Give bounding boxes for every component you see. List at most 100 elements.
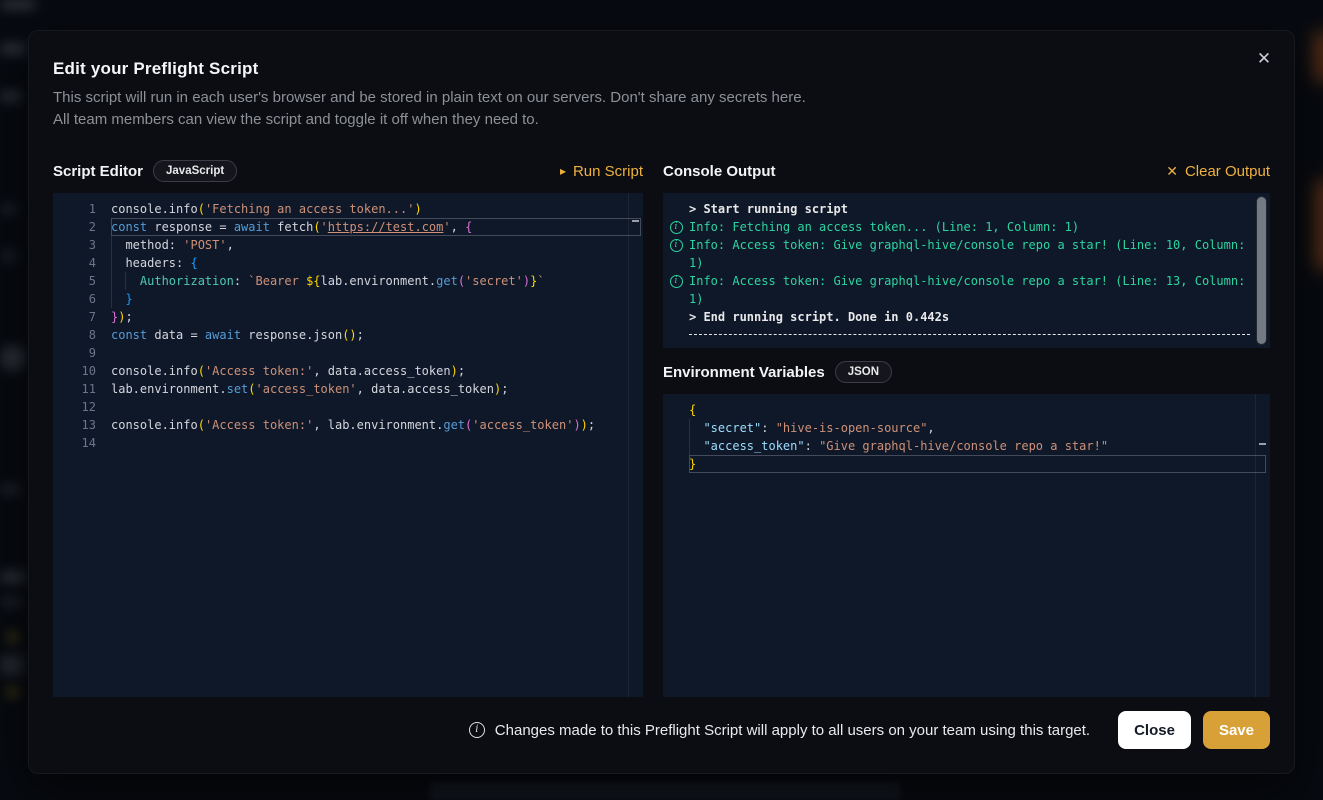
code-token: "hive-is-open-source" bbox=[776, 421, 928, 435]
code-token: console.info bbox=[111, 202, 198, 216]
code-token: response.json bbox=[241, 328, 342, 342]
code-token: const bbox=[111, 220, 147, 234]
code-token: } bbox=[125, 292, 132, 306]
overview-cursor-marker bbox=[1259, 443, 1266, 445]
info-circle-icon: i bbox=[670, 221, 683, 234]
close-icon[interactable]: ✕ bbox=[1250, 45, 1278, 73]
code-line: 6 } bbox=[53, 290, 643, 308]
save-button[interactable]: Save bbox=[1203, 711, 1270, 749]
code-token: ) bbox=[573, 418, 580, 432]
line-number: 3 bbox=[53, 236, 96, 254]
code-token: https://test.com bbox=[328, 220, 444, 234]
json-badge: JSON bbox=[835, 361, 892, 383]
code-line-content: "secret": "hive-is-open-source", bbox=[689, 419, 1266, 437]
code-token: , data.access_token bbox=[357, 382, 494, 396]
code-line: 9 bbox=[53, 344, 643, 362]
console-line-indent bbox=[663, 308, 689, 326]
env-variables-header: Environment Variables JSON bbox=[663, 358, 1270, 386]
editor-ruler bbox=[628, 193, 629, 697]
line-number: 8 bbox=[53, 326, 96, 344]
code-token: ( bbox=[458, 274, 465, 288]
backdrop-blur-dot bbox=[9, 688, 17, 696]
code-line: 1console.info('Fetching an access token.… bbox=[53, 200, 643, 218]
page-title: Edit your Preflight Script bbox=[53, 59, 1270, 79]
code-line: 8const data = await response.json(); bbox=[53, 326, 643, 344]
script-editor-header: Script Editor JavaScript ▸ Run Script bbox=[53, 157, 643, 185]
code-token: , lab.environment. bbox=[313, 418, 443, 432]
backdrop-blur-text bbox=[0, 252, 18, 260]
info-circle-icon: i bbox=[670, 275, 683, 288]
code-token: console.info bbox=[111, 418, 198, 432]
language-badge: JavaScript bbox=[153, 160, 237, 182]
code-token: : bbox=[805, 439, 819, 453]
footer-note: i Changes made to this Preflight Script … bbox=[469, 722, 1090, 739]
code-token: method: bbox=[111, 238, 183, 252]
code-line-content: const response = await fetch('https://te… bbox=[111, 218, 641, 236]
code-token: ; bbox=[588, 418, 595, 432]
code-token: , data.access_token bbox=[313, 364, 450, 378]
console-scrollbar[interactable] bbox=[1256, 196, 1267, 345]
code-token: : bbox=[761, 421, 775, 435]
code-token: , bbox=[927, 421, 934, 435]
console-scrollbar-thumb[interactable] bbox=[1257, 197, 1266, 344]
console-output-panel[interactable]: > Start running scriptiInfo: Fetching an… bbox=[663, 193, 1270, 348]
console-text: > Start running script bbox=[689, 200, 848, 218]
code-token: , bbox=[451, 220, 465, 234]
info-circle-icon: i bbox=[663, 272, 689, 290]
console-header: Console Output ✕ Clear Output bbox=[663, 157, 1270, 185]
code-token bbox=[689, 421, 703, 435]
run-script-button[interactable]: ▸ Run Script bbox=[560, 163, 643, 180]
env-variables-title: Environment Variables bbox=[663, 364, 825, 381]
console-separator bbox=[689, 334, 1250, 335]
code-token: ( bbox=[313, 220, 320, 234]
backdrop-blur-text bbox=[0, 572, 26, 582]
backdrop-blur-text bbox=[0, 485, 20, 494]
modal-body: Script Editor JavaScript ▸ Run Script 1c… bbox=[53, 157, 1270, 697]
play-icon: ▸ bbox=[560, 165, 566, 177]
code-token: { bbox=[190, 256, 197, 270]
backdrop-blur-text bbox=[0, 655, 24, 675]
clear-output-button[interactable]: ✕ Clear Output bbox=[1166, 163, 1270, 180]
code-token: 'Access token:' bbox=[205, 418, 313, 432]
console-line: > Start running script bbox=[663, 200, 1270, 218]
script-code-editor[interactable]: 1console.info('Fetching an access token.… bbox=[53, 193, 643, 697]
console-text: 1) bbox=[689, 254, 703, 272]
close-button[interactable]: Close bbox=[1118, 711, 1191, 749]
code-line-content: } bbox=[111, 290, 641, 308]
code-token: 'POST' bbox=[183, 238, 226, 252]
code-token: await bbox=[205, 328, 241, 342]
code-token: Authorization bbox=[140, 274, 234, 288]
code-token: ( bbox=[248, 382, 255, 396]
console-line: iInfo: Fetching an access token... (Line… bbox=[663, 218, 1270, 236]
code-token: data = bbox=[147, 328, 205, 342]
code-line: } bbox=[663, 455, 1270, 473]
footer-note-text: Changes made to this Preflight Script wi… bbox=[495, 722, 1090, 739]
code-line-content bbox=[111, 434, 641, 452]
code-token: 'secret' bbox=[465, 274, 523, 288]
code-line-content: }); bbox=[111, 308, 641, 326]
console-line: iInfo: Access token: Give graphql-hive/c… bbox=[663, 236, 1270, 254]
code-line-content: headers: { bbox=[111, 254, 641, 272]
code-token: ; bbox=[357, 328, 364, 342]
code-token: lab.environment. bbox=[321, 274, 437, 288]
overview-cursor-marker bbox=[632, 220, 639, 222]
code-token bbox=[111, 292, 125, 306]
code-token: ' bbox=[321, 220, 328, 234]
console-text: Info: Access token: Give graphql-hive/co… bbox=[689, 272, 1245, 290]
code-token: ( bbox=[198, 202, 205, 216]
code-token: "secret" bbox=[703, 421, 761, 435]
console-text: 1) bbox=[689, 290, 703, 308]
console-output-title: Console Output bbox=[663, 163, 776, 180]
code-line-content: } bbox=[689, 455, 1266, 473]
code-token: ` bbox=[537, 274, 544, 288]
code-line: 3 method: 'POST', bbox=[53, 236, 643, 254]
code-line-content: console.info('Access token:', lab.enviro… bbox=[111, 416, 641, 434]
console-line-indent bbox=[663, 290, 689, 308]
code-token: 'access_token' bbox=[472, 418, 573, 432]
line-number: 12 bbox=[53, 398, 96, 416]
backdrop-blur-dot bbox=[9, 633, 17, 641]
clear-icon: ✕ bbox=[1166, 164, 1178, 178]
backdrop-blur-text bbox=[0, 205, 18, 213]
env-variables-editor[interactable]: { "secret": "hive-is-open-source", "acce… bbox=[663, 394, 1270, 697]
code-line: "access_token": "Give graphql-hive/conso… bbox=[663, 437, 1270, 455]
